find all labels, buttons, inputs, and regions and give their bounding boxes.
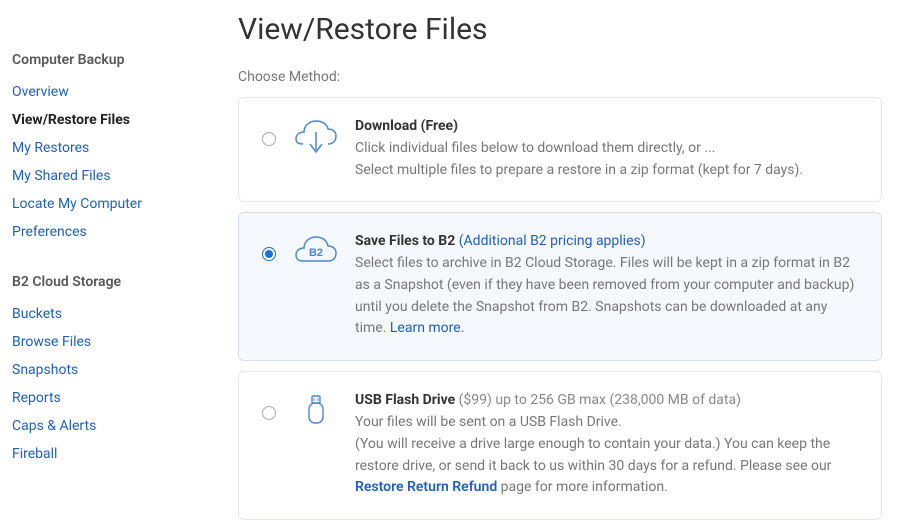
method-usb-line2a: (You will receive a drive large enough t… (355, 436, 831, 474)
cloud-b2-icon: B2 (293, 233, 339, 265)
page-title: View/Restore Files (238, 12, 882, 47)
method-desc-usb: Your files will be sent on a USB Flash D… (355, 412, 859, 499)
method-title-b2: Save Files to B2 (355, 233, 455, 249)
method-title-b2-pricing: (Additional B2 pricing applies) (455, 233, 645, 249)
sidebar-item-locate-my-computer[interactable]: Locate My Computer (12, 190, 230, 218)
radio-b2[interactable] (262, 247, 276, 261)
sidebar: Computer Backup Overview View/Restore Fi… (0, 0, 230, 523)
cloud-download-icon (293, 118, 339, 156)
sidebar-item-caps-alerts[interactable]: Caps & Alerts (12, 412, 230, 440)
sidebar-item-overview[interactable]: Overview (12, 78, 230, 106)
sidebar-item-my-shared-files[interactable]: My Shared Files (12, 162, 230, 190)
method-title-usb: USB Flash Drive (355, 392, 455, 408)
sidebar-header-computer-backup: Computer Backup (12, 52, 230, 68)
svg-text:B2: B2 (309, 247, 323, 259)
usb-drive-icon (293, 392, 339, 428)
main-content: View/Restore Files Choose Method: Downlo… (230, 0, 906, 523)
method-title-download: Download (Free) (355, 118, 458, 134)
sidebar-item-fireball[interactable]: Fireball (12, 440, 230, 468)
sidebar-item-preferences[interactable]: Preferences (12, 218, 230, 246)
method-usb-line1: Your files will be sent on a USB Flash D… (355, 414, 622, 430)
sidebar-item-view-restore-files[interactable]: View/Restore Files (12, 106, 230, 134)
method-download-line1: Click individual files below to download… (355, 140, 715, 156)
sidebar-item-browse-files[interactable]: Browse Files (12, 328, 230, 356)
radio-download[interactable] (262, 132, 276, 146)
method-title-usb-extra: ($99) up to 256 GB max (238,000 MB of da… (455, 392, 741, 408)
link-b2-learn-more[interactable]: Learn more. (390, 320, 465, 336)
sidebar-item-buckets[interactable]: Buckets (12, 300, 230, 328)
radio-usb[interactable] (262, 406, 276, 420)
method-desc-download: Click individual files below to download… (355, 138, 859, 181)
method-download-line2: Select multiple files to prepare a resto… (355, 162, 803, 178)
method-card-usb[interactable]: USB Flash Drive ($99) up to 256 GB max (… (238, 371, 882, 520)
method-usb-line2b: page for more information. (497, 479, 668, 495)
method-card-download[interactable]: Download (Free) Click individual files b… (238, 97, 882, 202)
sidebar-item-snapshots[interactable]: Snapshots (12, 356, 230, 384)
sidebar-header-b2-cloud-storage: B2 Cloud Storage (12, 274, 230, 290)
link-restore-return-refund[interactable]: Restore Return Refund (355, 479, 497, 495)
method-desc-b2: Select files to archive in B2 Cloud Stor… (355, 253, 859, 340)
method-card-b2[interactable]: B2 Save Files to B2 (Additional B2 prici… (238, 212, 882, 361)
sidebar-item-reports[interactable]: Reports (12, 384, 230, 412)
choose-method-label: Choose Method: (238, 69, 882, 85)
sidebar-item-my-restores[interactable]: My Restores (12, 134, 230, 162)
